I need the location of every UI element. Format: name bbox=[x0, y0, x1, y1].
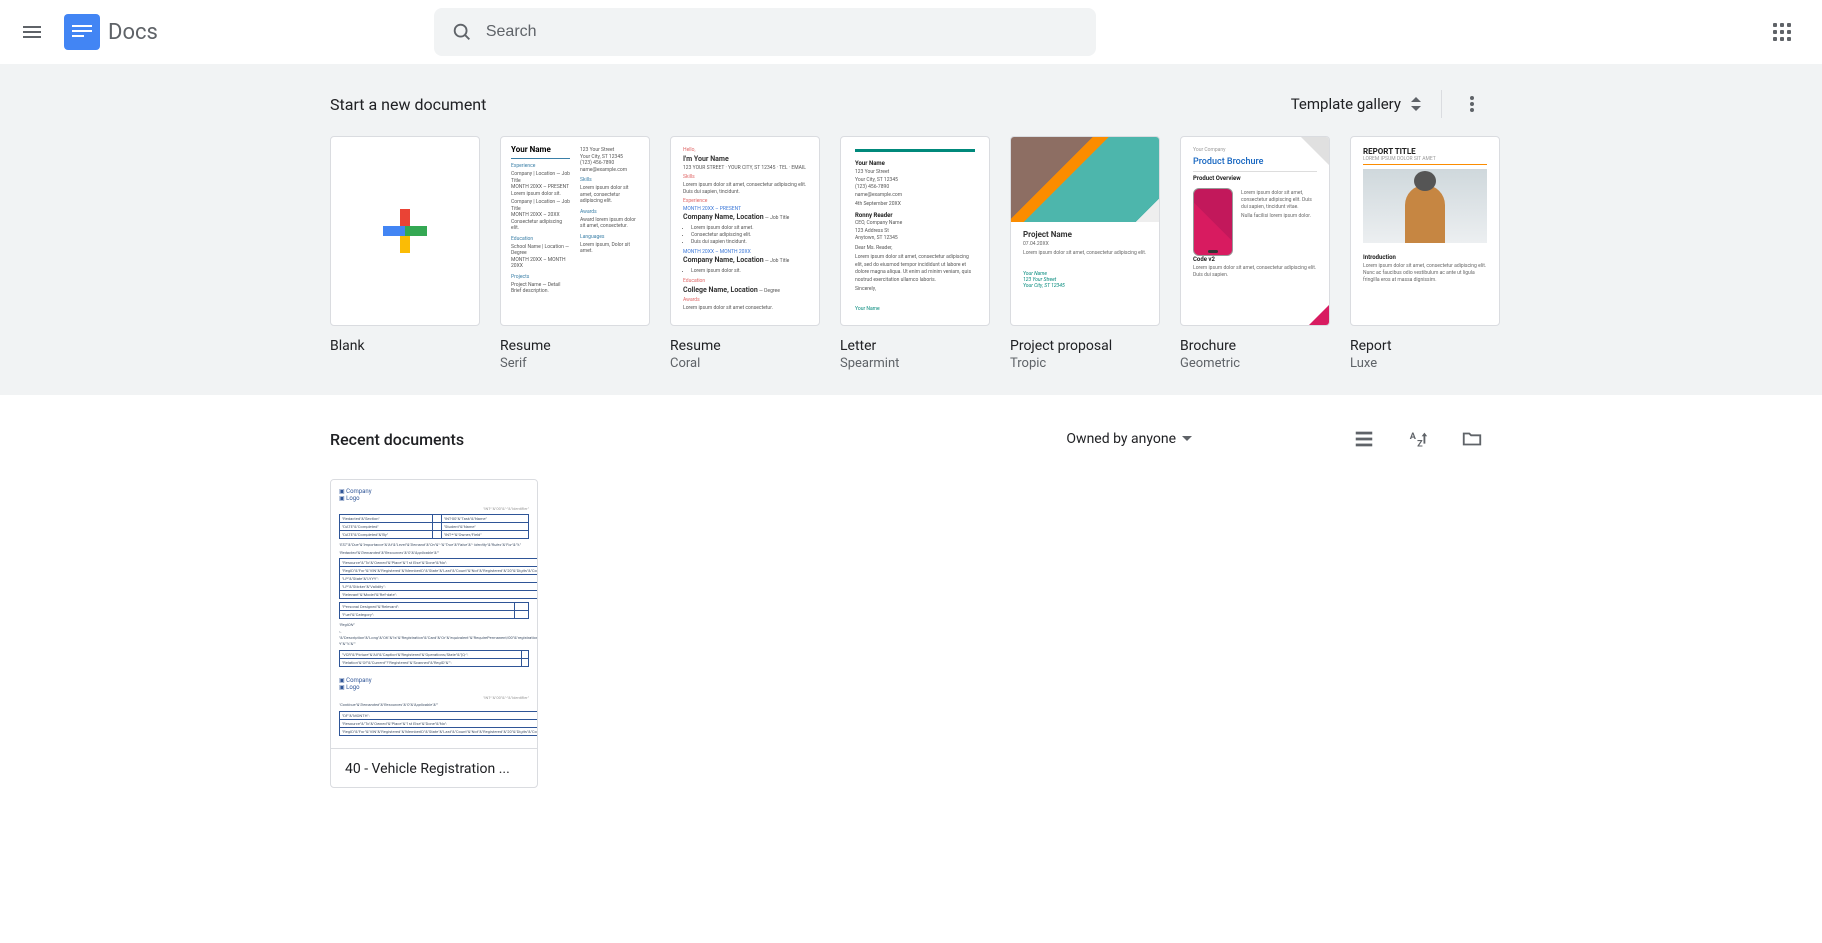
template-title: Resume bbox=[670, 338, 820, 354]
start-new-document-section: Start a new document Template gallery bbox=[0, 64, 1822, 395]
template-thumb: Your Name 123 Your StreetYour City, ST 1… bbox=[840, 136, 990, 326]
svg-text:Z: Z bbox=[1417, 439, 1423, 449]
list-view-icon bbox=[1353, 428, 1375, 450]
svg-text:A: A bbox=[1410, 432, 1417, 442]
template-blank[interactable]: Blank bbox=[330, 136, 480, 371]
template-subtitle: Luxe bbox=[1350, 356, 1500, 371]
template-list: Blank Your Name Experience Company | Loc… bbox=[330, 136, 1492, 371]
open-file-picker-button[interactable] bbox=[1452, 419, 1492, 459]
app-title: Docs bbox=[108, 20, 158, 45]
caret-down-icon bbox=[1182, 436, 1192, 446]
template-gallery-label: Template gallery bbox=[1291, 95, 1401, 113]
template-gallery-button[interactable]: Template gallery bbox=[1283, 89, 1431, 119]
search-bar[interactable] bbox=[434, 8, 1096, 56]
docs-logo-icon bbox=[64, 14, 100, 50]
owned-by-filter[interactable]: Owned by anyone bbox=[1056, 425, 1202, 453]
recent-title: Recent documents bbox=[330, 430, 1048, 449]
main-menu-button[interactable] bbox=[8, 8, 56, 56]
folder-icon bbox=[1461, 428, 1483, 450]
document-name: 40 - Vehicle Registration ... bbox=[345, 761, 523, 777]
more-vert-icon bbox=[1470, 96, 1474, 112]
app-logo-link[interactable]: Docs bbox=[64, 14, 158, 50]
template-thumb: REPORT TITLE LOREM IPSUM DOLOR SIT AMET … bbox=[1350, 136, 1500, 326]
template-resume-coral[interactable]: Hello, I'm Your Name 123 YOUR STREET · Y… bbox=[670, 136, 820, 371]
template-title: Resume bbox=[500, 338, 650, 354]
template-thumb: Your Name Experience Company | Location … bbox=[500, 136, 650, 326]
google-apps-button[interactable] bbox=[1758, 8, 1806, 56]
document-thumb: ▣ Company▣ Logo "INT-"&"00"&"-"&"Identif… bbox=[331, 480, 537, 748]
template-brochure-geometric[interactable]: Your Company Product Brochure Product Ov… bbox=[1180, 136, 1330, 371]
template-title: Project proposal bbox=[1010, 338, 1160, 354]
search-input[interactable] bbox=[482, 23, 1088, 41]
sort-button[interactable]: AZ bbox=[1398, 419, 1438, 459]
template-project-proposal-tropic[interactable]: Project Name 07.04.20XX Lorem ipsum dolo… bbox=[1010, 136, 1160, 371]
template-subtitle: Geometric bbox=[1180, 356, 1330, 371]
template-report-luxe[interactable]: REPORT TITLE LOREM IPSUM DOLOR SIT AMET … bbox=[1350, 136, 1500, 371]
apps-grid-icon bbox=[1773, 23, 1791, 41]
sort-az-icon: AZ bbox=[1407, 428, 1429, 450]
recent-header: Recent documents Owned by anyone AZ bbox=[330, 415, 1492, 463]
template-subtitle: Coral bbox=[670, 356, 820, 371]
template-subtitle: Serif bbox=[500, 356, 650, 371]
document-card[interactable]: ▣ Company▣ Logo "INT-"&"00"&"-"&"Identif… bbox=[330, 479, 538, 788]
template-subtitle: Spearmint bbox=[840, 356, 990, 371]
template-letter-spearmint[interactable]: Your Name 123 Your StreetYour City, ST 1… bbox=[840, 136, 990, 371]
template-subtitle: Tropic bbox=[1010, 356, 1160, 371]
template-title: Letter bbox=[840, 338, 990, 354]
template-thumb: Hello, I'm Your Name 123 YOUR STREET · Y… bbox=[670, 136, 820, 326]
template-thumb: Project Name 07.04.20XX Lorem ipsum dolo… bbox=[1010, 136, 1160, 326]
template-title: Brochure bbox=[1180, 338, 1330, 354]
start-title: Start a new document bbox=[330, 95, 486, 114]
plus-icon bbox=[383, 209, 427, 253]
search-icon bbox=[451, 21, 473, 43]
template-more-button[interactable] bbox=[1452, 84, 1492, 124]
template-thumb-blank bbox=[330, 136, 480, 326]
hamburger-icon bbox=[23, 26, 41, 38]
owned-by-label: Owned by anyone bbox=[1066, 431, 1176, 447]
template-thumb: Your Company Product Brochure Product Ov… bbox=[1180, 136, 1330, 326]
header: Docs bbox=[0, 0, 1822, 64]
template-resume-serif[interactable]: Your Name Experience Company | Location … bbox=[500, 136, 650, 371]
template-title: Blank bbox=[330, 338, 480, 354]
document-footer: 40 - Vehicle Registration ... bbox=[331, 748, 537, 787]
list-view-button[interactable] bbox=[1344, 419, 1384, 459]
unfold-icon bbox=[1409, 95, 1423, 113]
recent-documents-section: Recent documents Owned by anyone AZ ▣ Co… bbox=[0, 395, 1822, 848]
start-section-header: Start a new document Template gallery bbox=[330, 80, 1492, 128]
template-title: Report bbox=[1350, 338, 1500, 354]
documents-grid: ▣ Company▣ Logo "INT-"&"00"&"-"&"Identif… bbox=[330, 479, 1492, 788]
search-button[interactable] bbox=[442, 12, 482, 52]
